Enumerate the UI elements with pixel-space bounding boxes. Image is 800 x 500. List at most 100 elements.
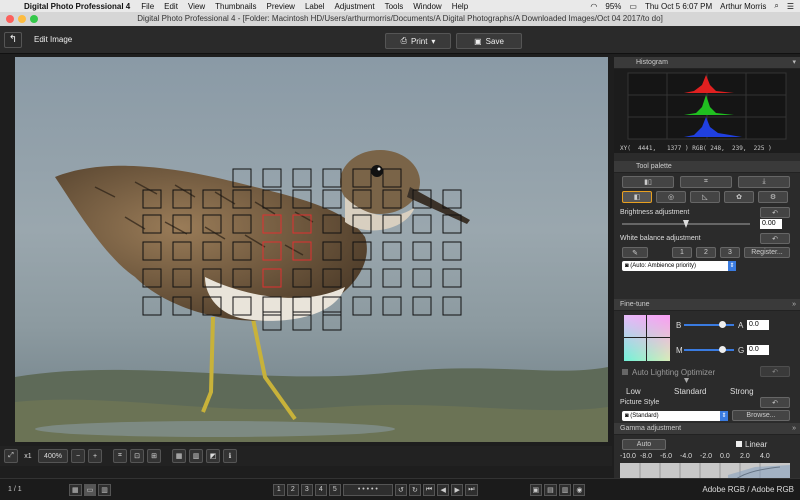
- compare-button[interactable]: ▥: [189, 449, 203, 463]
- user-name[interactable]: Arthur Morris: [720, 2, 766, 11]
- image-preview[interactable]: [15, 57, 608, 442]
- info-button[interactable]: ℹ: [223, 449, 237, 463]
- wifi-icon[interactable]: ◠: [590, 2, 597, 11]
- app-menu[interactable]: Digital Photo Professional 4: [24, 2, 130, 11]
- fine-tune-header[interactable]: Fine-tune »: [614, 299, 800, 311]
- a-value[interactable]: 0.0: [747, 320, 769, 330]
- menu-preview[interactable]: Preview: [267, 2, 295, 11]
- close-window-icon[interactable]: [6, 15, 14, 23]
- gamma-auto-button[interactable]: Auto: [622, 439, 666, 450]
- alo-standard[interactable]: Standard: [674, 387, 706, 396]
- zoom-window-icon[interactable]: [30, 15, 38, 23]
- linear-checkbox[interactable]: [736, 441, 742, 447]
- alo-low[interactable]: Low: [626, 387, 641, 396]
- wb-preset-3[interactable]: 3: [720, 247, 740, 258]
- star-rating[interactable]: • • • • •: [342, 483, 393, 496]
- brightness-reset-button[interactable]: ↶: [760, 207, 790, 218]
- brightness-value[interactable]: 0.00: [760, 219, 782, 229]
- battery-icon[interactable]: ▭: [629, 2, 637, 11]
- histogram-header[interactable]: Histogram ▾: [614, 57, 800, 69]
- magenta-green-slider[interactable]: [684, 345, 734, 355]
- fit-window-button[interactable]: ⤢: [4, 449, 18, 463]
- tab-curve[interactable]: ◺: [690, 191, 720, 203]
- menu-thumbnails[interactable]: Thumbnails: [215, 2, 256, 11]
- camera-button[interactable]: ◉: [573, 483, 586, 496]
- tab-settings[interactable]: ⚙: [758, 191, 788, 203]
- white-balance-reset-button[interactable]: ↶: [760, 233, 790, 244]
- clock[interactable]: Thu Oct 5 6:07 PM: [645, 2, 712, 11]
- menu-view[interactable]: View: [188, 2, 205, 11]
- wb-preset-1[interactable]: 1: [672, 247, 692, 258]
- tool-palette-header[interactable]: Tool palette: [614, 161, 800, 173]
- save-button[interactable]: ▣ Save: [456, 33, 522, 49]
- rating-3[interactable]: 3: [300, 483, 313, 496]
- gamma-graph[interactable]: [620, 463, 790, 478]
- rotate-right-button[interactable]: ↻: [408, 483, 421, 496]
- menu-edit[interactable]: Edit: [164, 2, 178, 11]
- menu-help[interactable]: Help: [452, 2, 468, 11]
- color-wheel[interactable]: [624, 315, 670, 361]
- zoom-select[interactable]: 400%: [38, 449, 68, 463]
- display-mode-button[interactable]: ◩: [206, 449, 220, 463]
- tab-tone[interactable]: ◎: [656, 191, 686, 203]
- minimize-window-icon[interactable]: [18, 15, 26, 23]
- back-button[interactable]: ↰: [4, 32, 22, 48]
- alo-checkbox[interactable]: [622, 369, 628, 375]
- blue-amber-slider[interactable]: [684, 320, 734, 330]
- basic-adjust-icon: ◧: [633, 194, 641, 201]
- rating-1[interactable]: 1: [272, 483, 285, 496]
- wb-mode-select[interactable]: ◙ (Auto: Ambience priority) ⇕: [622, 261, 736, 271]
- menu-window[interactable]: Window: [413, 2, 441, 11]
- view-split-button[interactable]: ▥: [98, 483, 111, 496]
- zoom-1x-button[interactable]: x1: [21, 449, 35, 463]
- menu-adjustment[interactable]: Adjustment: [335, 2, 375, 11]
- gamma-header[interactable]: Gamma adjustment »: [614, 423, 800, 435]
- menu-label[interactable]: Label: [305, 2, 325, 11]
- tool-palette: ▮▯ ⌗ ⤓ ◧ ◎ ◺ ✿ ⚙ Brightness adjustment ↶…: [614, 173, 800, 299]
- last-image-button[interactable]: ⏭: [465, 483, 478, 496]
- picture-style-select[interactable]: ◙ (Standard) ⇕: [622, 411, 728, 421]
- rotate-left-button[interactable]: ↺: [394, 483, 407, 496]
- grid-button[interactable]: ⊞: [147, 449, 161, 463]
- tool-basic-button[interactable]: ▮▯: [622, 176, 674, 188]
- af-point-button[interactable]: ⊡: [130, 449, 144, 463]
- alo-reset-button[interactable]: ↶: [760, 366, 790, 377]
- view-grid-button[interactable]: ▦: [69, 483, 82, 496]
- slider-knob[interactable]: [719, 346, 726, 353]
- view-single-button[interactable]: ▭: [83, 483, 97, 496]
- rating-4[interactable]: 4: [314, 483, 327, 496]
- tab-color[interactable]: ✿: [724, 191, 754, 203]
- tool-export-button[interactable]: ⤓: [738, 176, 790, 188]
- wb-register-button[interactable]: Register...: [744, 247, 790, 258]
- print-button[interactable]: ⎙ Print ▾: [385, 33, 451, 49]
- battery-percent[interactable]: 95%: [605, 2, 621, 11]
- rating-2[interactable]: 2: [286, 483, 299, 496]
- panel-toggle-2[interactable]: ▤: [544, 483, 557, 496]
- layout-button[interactable]: ▦: [172, 449, 186, 463]
- picture-style-reset-button[interactable]: ↶: [760, 397, 790, 408]
- panel-toggle-1[interactable]: ▣: [529, 483, 543, 496]
- brightness-slider[interactable]: [622, 219, 750, 229]
- menu-tools[interactable]: Tools: [385, 2, 404, 11]
- zoom-in-button[interactable]: +: [88, 449, 102, 463]
- zoom-out-button[interactable]: −: [71, 449, 85, 463]
- alo-strong[interactable]: Strong: [730, 387, 754, 396]
- crop-tool-button[interactable]: ⌗: [113, 449, 127, 463]
- wb-preset-2[interactable]: 2: [696, 247, 716, 258]
- g-value[interactable]: 0.0: [747, 345, 769, 355]
- menu-file[interactable]: File: [141, 2, 154, 11]
- panel-toggle-3[interactable]: ▥: [558, 483, 572, 496]
- first-image-button[interactable]: ⏮: [422, 483, 436, 496]
- browse-button[interactable]: Browse...: [732, 410, 790, 421]
- prev-image-button[interactable]: ◀: [437, 483, 450, 496]
- eyedropper-button[interactable]: ✎: [622, 247, 648, 258]
- chevron-down-icon: ▾: [792, 59, 796, 66]
- rating-5[interactable]: 5: [328, 483, 341, 496]
- search-icon[interactable]: ⌕: [774, 1, 778, 11]
- tab-basic-adjust[interactable]: ◧: [622, 191, 652, 203]
- tool-crop-button[interactable]: ⌗: [680, 176, 732, 188]
- print-label: Print: [410, 36, 428, 46]
- next-image-button[interactable]: ▶: [451, 483, 464, 496]
- slider-knob[interactable]: [719, 321, 726, 328]
- menu-list-icon[interactable]: ☰: [787, 2, 794, 11]
